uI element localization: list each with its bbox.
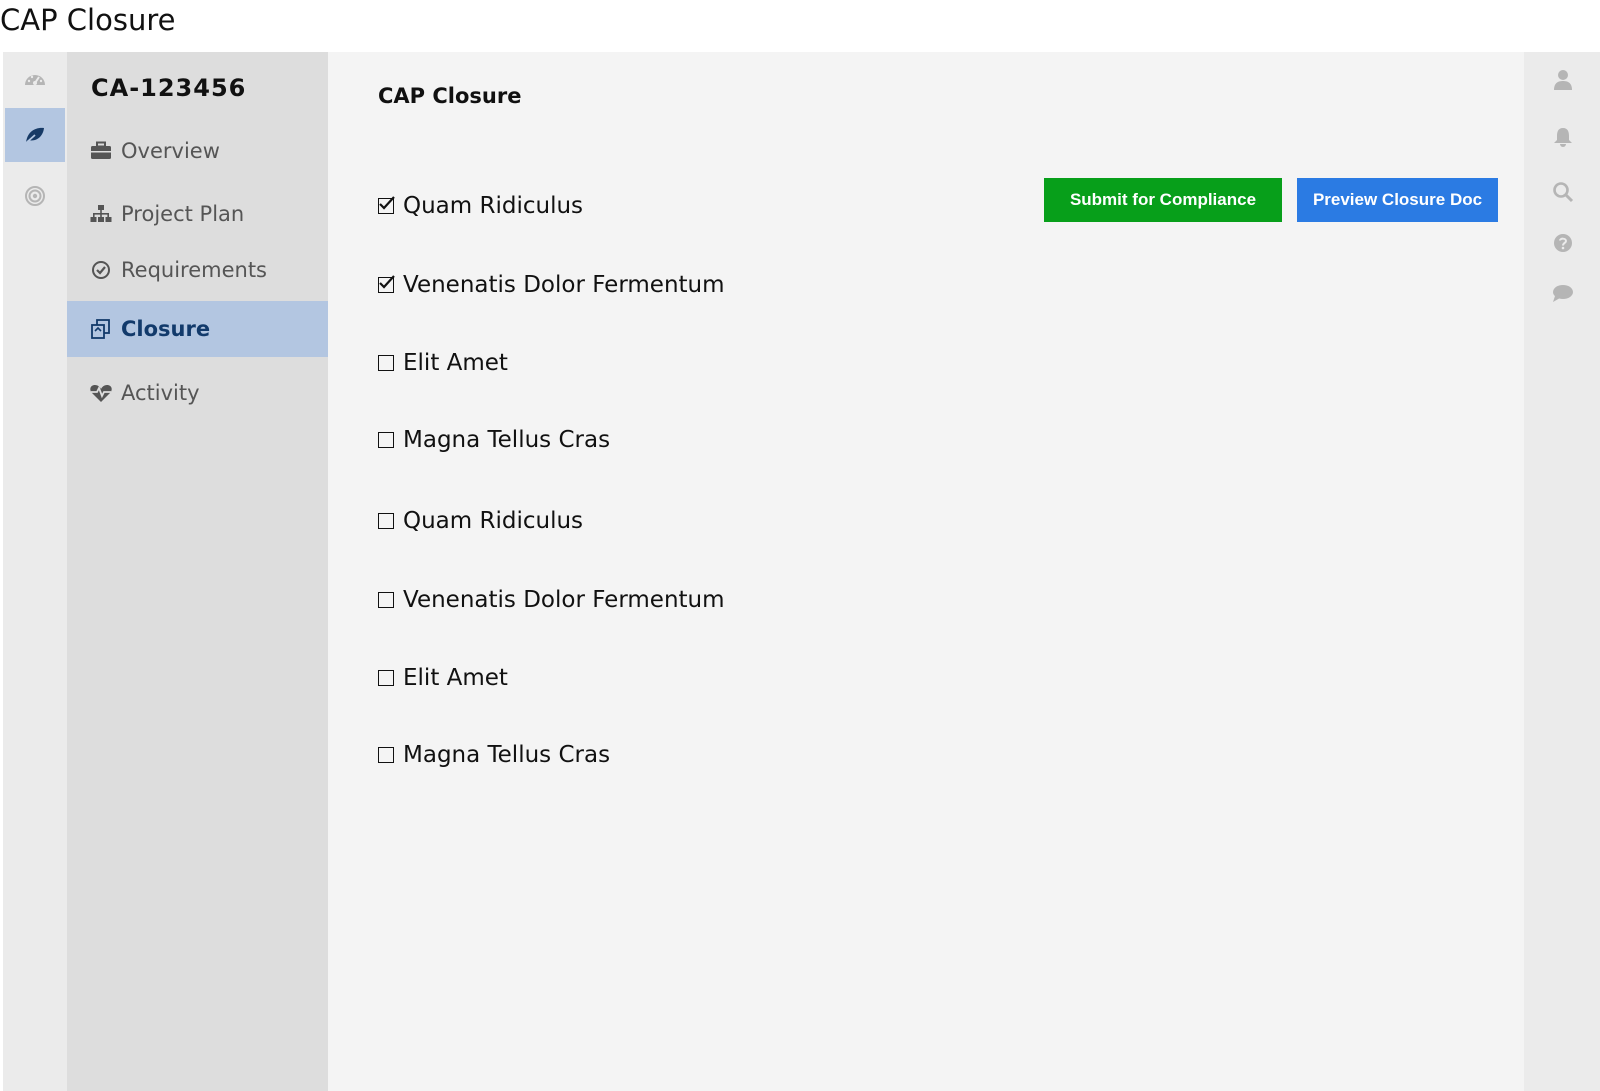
checklist-item-label: Elit Amet: [403, 665, 508, 691]
checkbox[interactable]: [378, 747, 394, 763]
search-icon[interactable]: [1550, 179, 1576, 205]
checklist-item-label: Quam Ridiculus: [403, 193, 584, 219]
nav-item-project-plan[interactable]: Project Plan: [67, 186, 328, 242]
leaf-icon: [25, 127, 44, 144]
checklist-item[interactable]: Quam Ridiculus: [378, 193, 583, 219]
nav-item-requirements[interactable]: Requirements: [67, 242, 328, 298]
rail-target-button[interactable]: [5, 169, 65, 223]
checkbox[interactable]: [378, 592, 394, 608]
nav-item-label: Requirements: [121, 258, 267, 282]
left-icon-rail: [3, 52, 67, 1091]
briefcase-icon: [89, 139, 113, 163]
checklist-item[interactable]: Magna Tellus Cras: [378, 427, 610, 453]
checklist-item[interactable]: Quam Ridiculus: [378, 508, 583, 534]
checklist-item[interactable]: Elit Amet: [378, 665, 508, 691]
checklist-item-label: Venenatis Dolor Fermentum: [403, 587, 725, 613]
checklist-item[interactable]: Elit Amet: [378, 350, 508, 376]
nav-item-closure[interactable]: Closure: [67, 301, 328, 357]
preview-closure-doc-button[interactable]: Preview Closure Doc: [1297, 178, 1498, 222]
heartbeat-icon: [89, 381, 113, 405]
target-icon: [25, 186, 45, 206]
rail-leaf-button[interactable]: [5, 108, 65, 162]
nav-item-label: Closure: [121, 317, 211, 341]
checkbox[interactable]: [378, 196, 395, 214]
help-icon[interactable]: [1550, 230, 1576, 256]
chat-icon[interactable]: [1550, 281, 1576, 307]
checklist-item[interactable]: Venenatis Dolor Fermentum: [378, 587, 725, 613]
checklist-item-label: Magna Tellus Cras: [403, 427, 611, 453]
user-icon[interactable]: [1550, 67, 1576, 93]
checklist-item-label: Magna Tellus Cras: [403, 742, 611, 768]
sitemap-icon: [89, 202, 113, 226]
checklist-item-label: Quam Ridiculus: [403, 508, 584, 534]
window-title: CAP Closure: [0, 3, 176, 37]
copy-icon: [89, 317, 113, 341]
checklist-item-label: Venenatis Dolor Fermentum: [403, 272, 725, 298]
record-id: CA-123456: [91, 74, 247, 102]
bell-icon[interactable]: [1550, 124, 1576, 150]
record-nav: CA-123456 Overview Project Plan Requirem…: [67, 52, 328, 1091]
nav-item-label: Activity: [121, 381, 200, 405]
checkbox[interactable]: [378, 432, 394, 448]
nav-item-label: Overview: [121, 139, 220, 163]
checkbox[interactable]: [378, 275, 395, 293]
checklist-item[interactable]: Venenatis Dolor Fermentum: [378, 272, 725, 298]
checklist-item-label: Elit Amet: [403, 350, 508, 376]
submit-for-compliance-button[interactable]: Submit for Compliance: [1044, 178, 1282, 222]
nav-item-label: Project Plan: [121, 202, 245, 226]
right-icon-rail: [1524, 52, 1600, 1091]
rail-dashboard-button[interactable]: [5, 52, 65, 106]
section-title: CAP Closure: [378, 84, 522, 108]
checklist-item[interactable]: Magna Tellus Cras: [378, 742, 610, 768]
dashboard-icon: [25, 75, 45, 85]
check-circle-icon: [89, 258, 113, 282]
checkbox[interactable]: [378, 670, 394, 686]
checkbox[interactable]: [378, 355, 394, 371]
nav-item-activity[interactable]: Activity: [67, 365, 328, 421]
checkbox[interactable]: [378, 513, 394, 529]
nav-item-overview[interactable]: Overview: [67, 123, 328, 179]
